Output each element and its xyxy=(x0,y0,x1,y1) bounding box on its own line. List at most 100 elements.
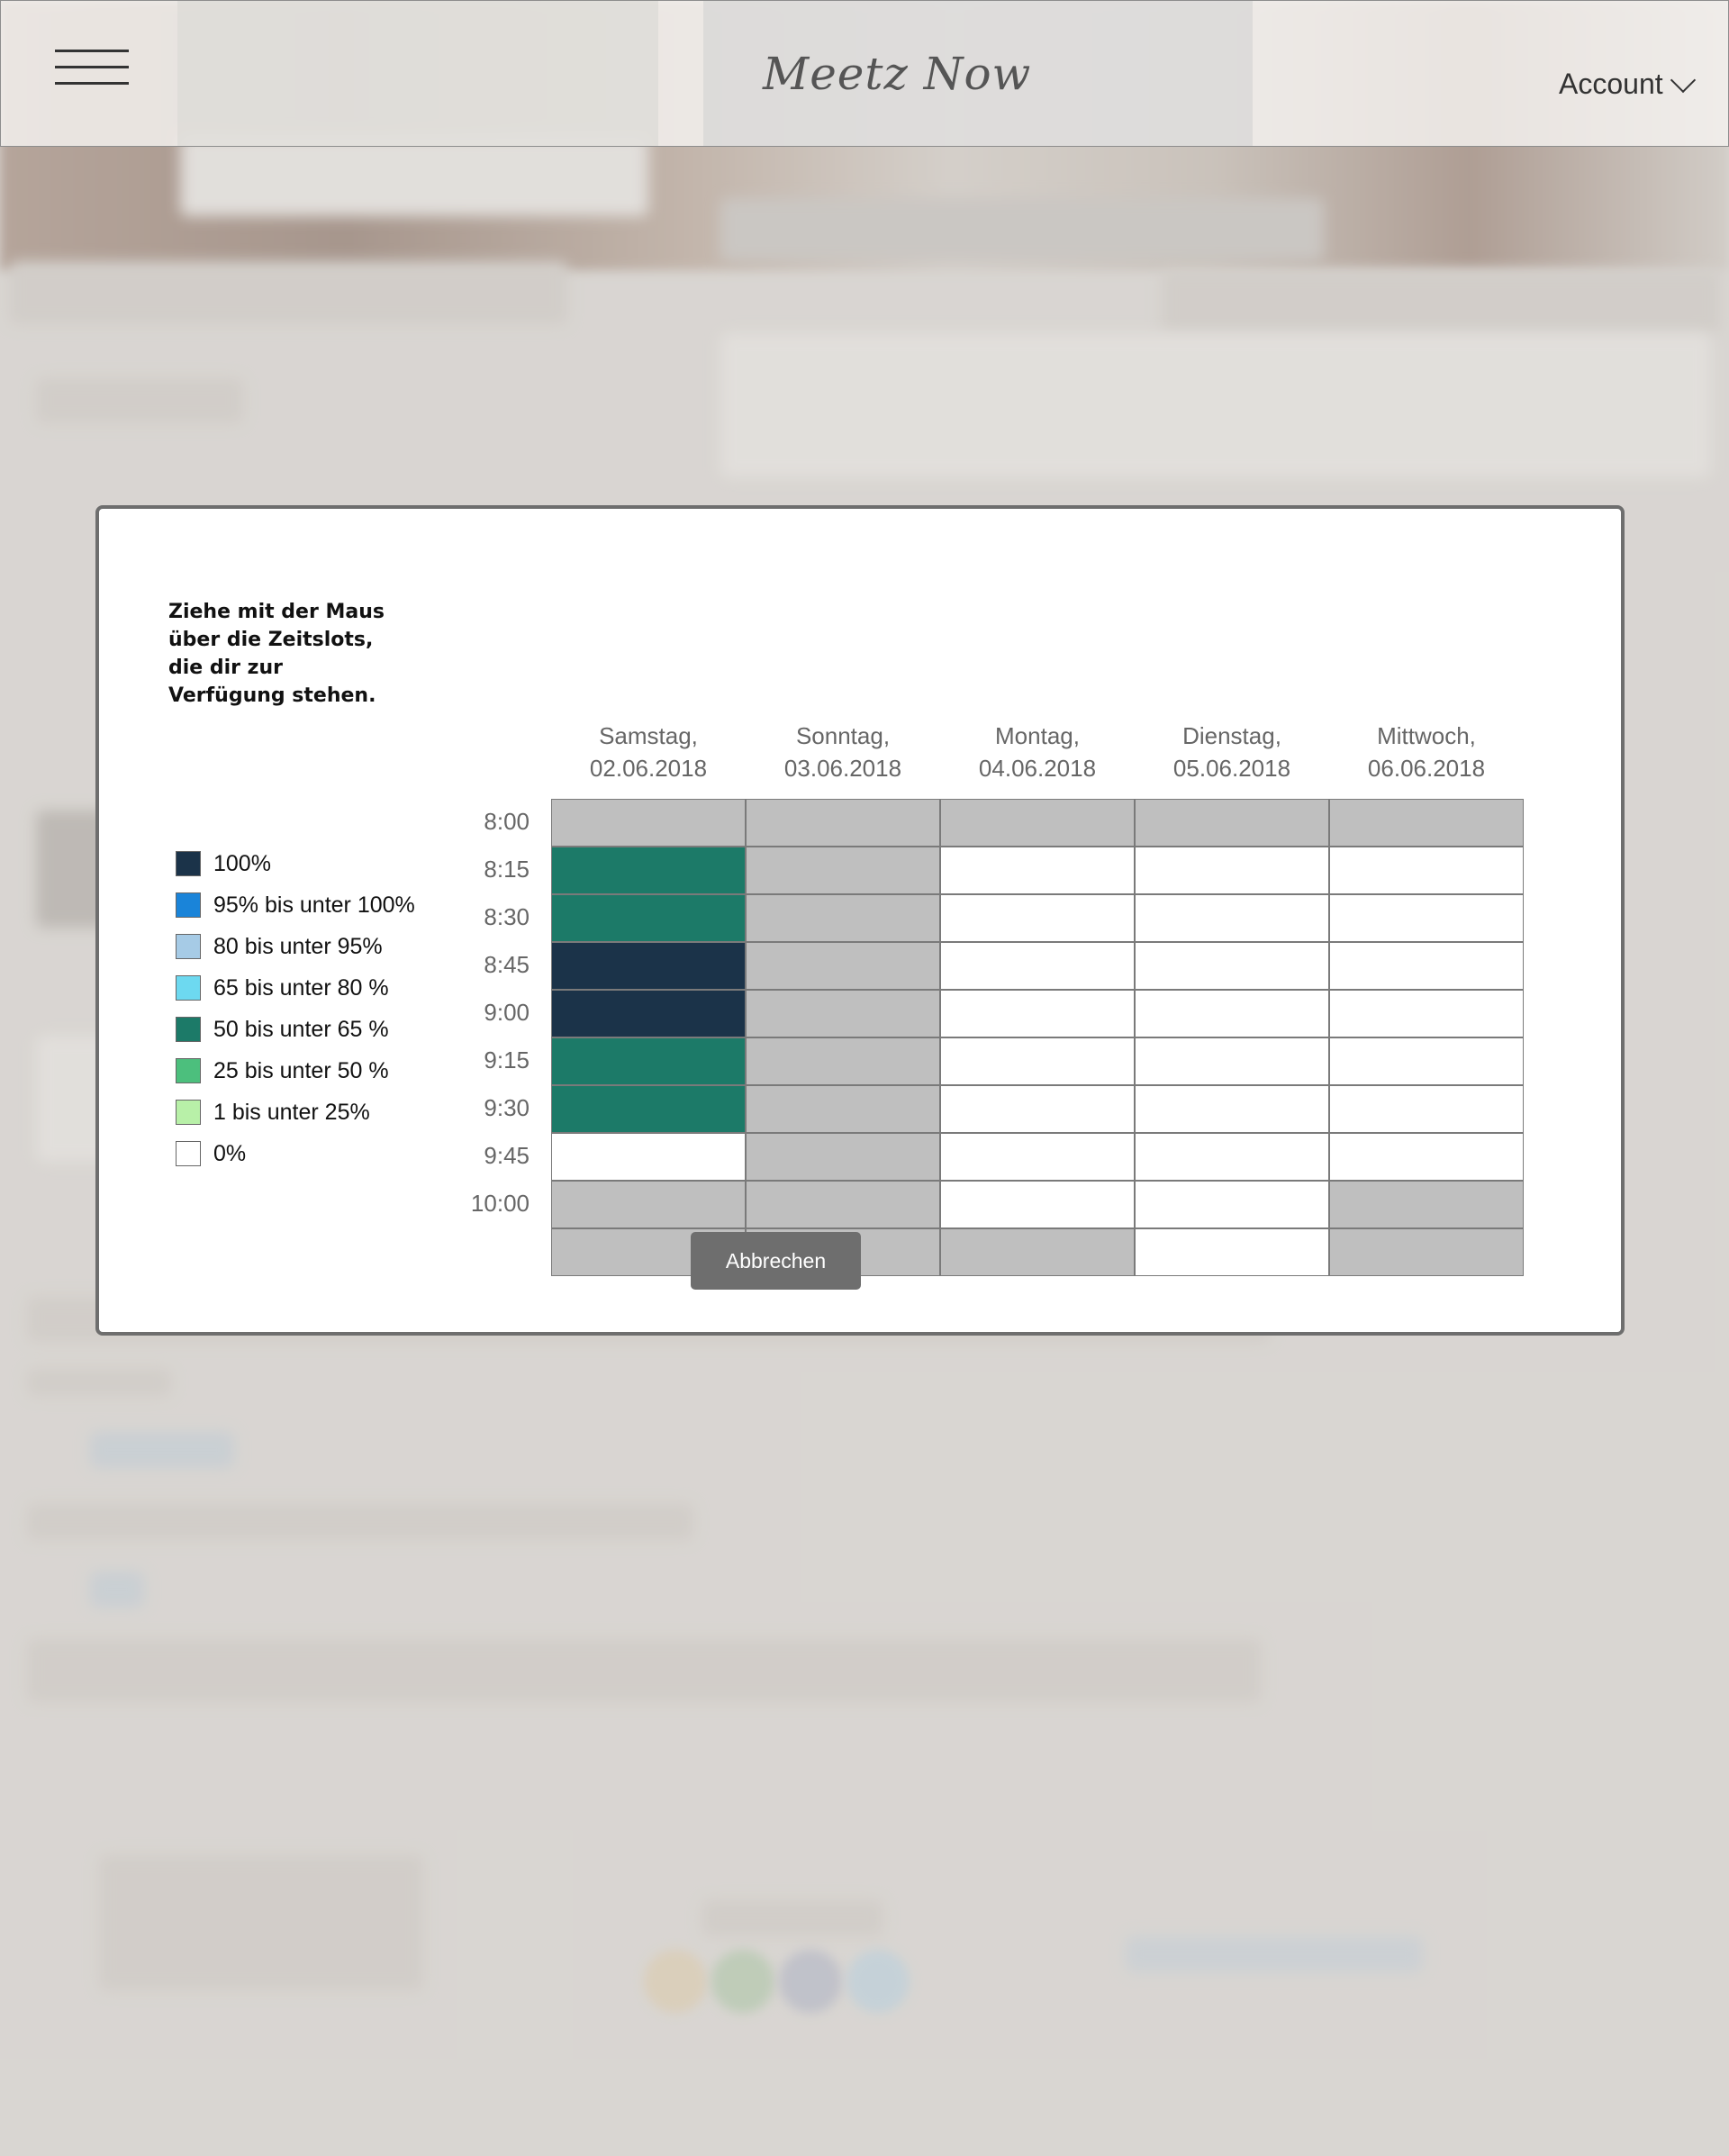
day-date: 06.06.2018 xyxy=(1367,755,1486,782)
legend-swatch xyxy=(176,892,201,918)
day-weekday: Montag, xyxy=(995,722,1080,749)
timeslot-cell xyxy=(746,1037,940,1085)
day-weekday: Sonntag, xyxy=(795,722,891,749)
timeslot-cell[interactable] xyxy=(1329,942,1524,990)
timeslot-cell[interactable] xyxy=(1135,1228,1329,1276)
hamburger-menu-icon[interactable] xyxy=(55,48,129,87)
timeslot-cell[interactable] xyxy=(1135,894,1329,942)
timeslot-cell[interactable] xyxy=(1135,1037,1329,1085)
legend-item: 80 bis unter 95% xyxy=(176,926,415,967)
timeslot-cell[interactable] xyxy=(940,894,1135,942)
timeslot-cell[interactable] xyxy=(940,942,1135,990)
legend-item: 1 bis unter 25% xyxy=(176,1092,415,1133)
timeslot-cell[interactable] xyxy=(1135,1133,1329,1181)
day-column-header: Montag, 04.06.2018 xyxy=(940,720,1135,784)
time-label: 8:45 xyxy=(484,951,530,978)
timeslot-cell[interactable] xyxy=(1135,1085,1329,1133)
timeslot-cell[interactable] xyxy=(940,847,1135,894)
legend-swatch xyxy=(176,1058,201,1083)
timeslot-cell[interactable] xyxy=(551,894,746,942)
time-label: 10:00 xyxy=(470,1190,530,1217)
timeslot-cell[interactable] xyxy=(940,1085,1135,1133)
legend-item: 65 bis unter 80 % xyxy=(176,967,415,1009)
legend-label: 25 bis unter 50 % xyxy=(213,1057,389,1083)
time-label: 9:00 xyxy=(484,999,530,1026)
time-label: 8:30 xyxy=(484,903,530,930)
timeslot-cell[interactable] xyxy=(1329,1085,1524,1133)
timeslot-cell xyxy=(746,1133,940,1181)
timeslot-cell[interactable] xyxy=(551,1133,746,1181)
timeslot-cell[interactable] xyxy=(940,1133,1135,1181)
header-background-image xyxy=(177,1,658,146)
legend-label: 0% xyxy=(213,1140,247,1166)
timeslot-cell xyxy=(746,1085,940,1133)
day-column-header: Mittwoch, 06.06.2018 xyxy=(1329,720,1524,784)
timeslot-cell[interactable] xyxy=(1135,990,1329,1037)
time-label: 9:30 xyxy=(484,1094,530,1121)
timeslot-cell[interactable] xyxy=(1135,942,1329,990)
timeslot-cell xyxy=(1135,799,1329,847)
legend-swatch xyxy=(176,934,201,959)
legend-swatch xyxy=(176,1017,201,1042)
legend-label: 50 bis unter 65 % xyxy=(213,1016,389,1042)
account-label: Account xyxy=(1559,68,1663,100)
day-date: 03.06.2018 xyxy=(783,755,902,782)
day-weekday: Dienstag, xyxy=(1182,722,1281,749)
legend-swatch xyxy=(176,975,201,1001)
timeslot-cell xyxy=(746,799,940,847)
legend-item: 50 bis unter 65 % xyxy=(176,1009,415,1050)
legend-item: 100% xyxy=(176,843,415,884)
availability-modal: Ziehe mit der Maus über die Zeitslots, d… xyxy=(95,505,1625,1336)
timeslot-cell[interactable] xyxy=(1329,990,1524,1037)
timeslot-cell xyxy=(551,1181,746,1228)
account-menu[interactable]: Account xyxy=(1559,67,1696,101)
day-column-header: Sonntag, 03.06.2018 xyxy=(746,720,940,784)
day-weekday: Samstag, xyxy=(599,722,698,749)
timeslot-cell xyxy=(1329,799,1524,847)
timeslot-cell[interactable] xyxy=(940,1181,1135,1228)
timeslot-cell[interactable] xyxy=(940,990,1135,1037)
legend-label: 1 bis unter 25% xyxy=(213,1099,370,1125)
chevron-down-icon xyxy=(1670,67,1696,93)
timeslot-cell xyxy=(746,894,940,942)
timeslot-cell[interactable] xyxy=(1135,847,1329,894)
legend-item: 95% bis unter 100% xyxy=(176,884,415,926)
legend-item: 0% xyxy=(176,1133,415,1174)
day-date: 05.06.2018 xyxy=(1172,755,1291,782)
timeslot-cell[interactable] xyxy=(1329,847,1524,894)
instructions-text: Ziehe mit der Maus über die Zeitslots, d… xyxy=(168,601,385,707)
timeslot-cell xyxy=(940,799,1135,847)
timeslot-cell xyxy=(551,799,746,847)
timeslot-cell[interactable] xyxy=(1329,1133,1524,1181)
timeslot-cell[interactable] xyxy=(1329,1037,1524,1085)
day-column-header: Samstag, 02.06.2018 xyxy=(551,720,746,784)
timeslot-cell xyxy=(746,990,940,1037)
top-header: Meetz Now Account xyxy=(0,0,1729,147)
timeslot-cell xyxy=(1329,1228,1524,1276)
legend-swatch xyxy=(176,851,201,876)
legend-label: 80 bis unter 95% xyxy=(213,933,383,959)
legend-label: 65 bis unter 80 % xyxy=(213,974,389,1001)
legend: 100% 95% bis unter 100% 80 bis unter 95% 65… xyxy=(176,843,415,1174)
timeslot-cell[interactable] xyxy=(551,847,746,894)
day-column-header: Dienstag, 05.06.2018 xyxy=(1135,720,1329,784)
timeslot-cell[interactable] xyxy=(940,1037,1135,1085)
timeslot-cell[interactable] xyxy=(1135,1181,1329,1228)
timeslot-cell[interactable] xyxy=(551,990,746,1037)
legend-item: 25 bis unter 50 % xyxy=(176,1050,415,1092)
time-label: 8:15 xyxy=(484,856,530,883)
logo[interactable]: Meetz Now xyxy=(763,48,1031,100)
legend-label: 100% xyxy=(213,850,271,876)
timeslot-cell[interactable] xyxy=(551,1085,746,1133)
legend-swatch xyxy=(176,1100,201,1125)
time-label: 9:15 xyxy=(484,1046,530,1073)
cancel-button[interactable]: Abbrechen xyxy=(691,1232,861,1290)
legend-label: 95% bis unter 100% xyxy=(213,892,415,918)
timeslot-cell xyxy=(1329,1181,1524,1228)
timeslot-cell xyxy=(940,1228,1135,1276)
timeslot-cell[interactable] xyxy=(551,942,746,990)
timeslot-cell xyxy=(746,1181,940,1228)
timeslot-cell[interactable] xyxy=(551,1037,746,1085)
timeslot-cell xyxy=(746,847,940,894)
timeslot-cell[interactable] xyxy=(1329,894,1524,942)
